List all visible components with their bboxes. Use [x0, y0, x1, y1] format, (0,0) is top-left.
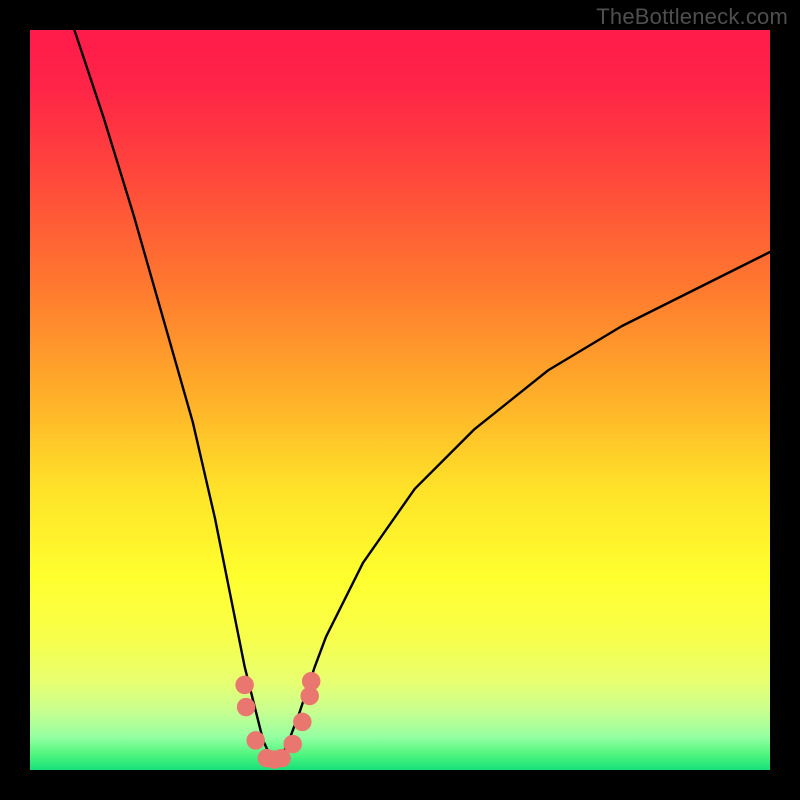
highlight-dot [235, 676, 254, 695]
gradient-background [30, 30, 770, 770]
highlight-dot [283, 735, 302, 754]
highlight-dot [246, 731, 265, 750]
plot-area [30, 30, 770, 770]
highlight-dot [302, 672, 321, 691]
watermark-label: TheBottleneck.com [596, 4, 788, 30]
highlight-dot [237, 698, 256, 717]
highlight-dot [293, 713, 312, 732]
chart-svg [30, 30, 770, 770]
chart-frame: TheBottleneck.com [0, 0, 800, 800]
